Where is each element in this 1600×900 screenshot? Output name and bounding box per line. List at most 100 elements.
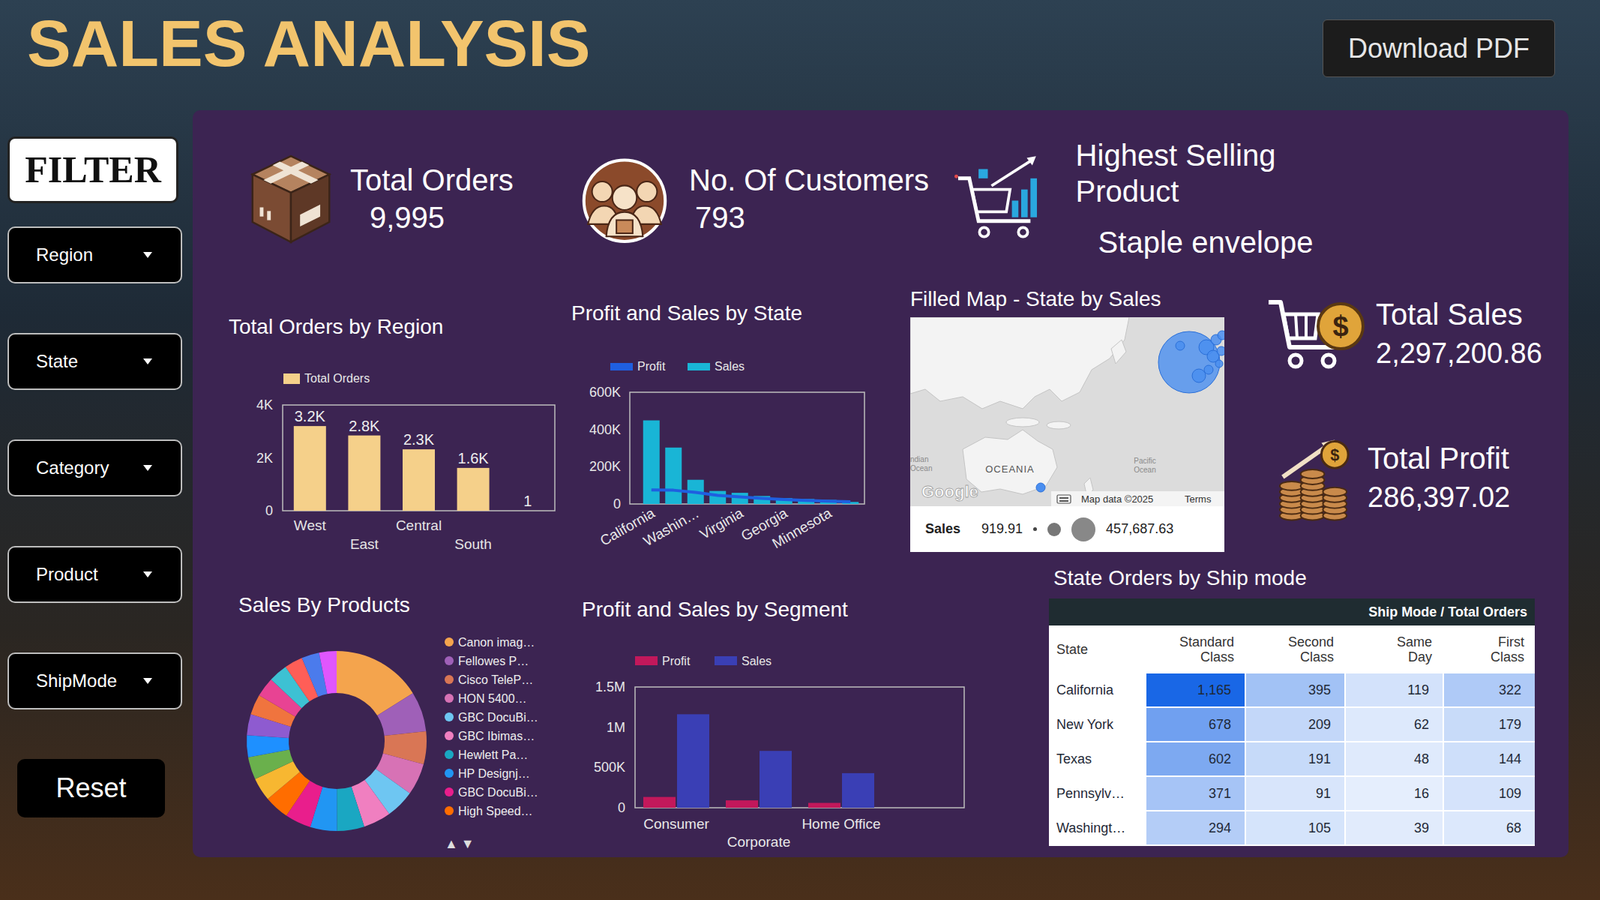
legend-swatch bbox=[635, 656, 658, 666]
profit-line bbox=[651, 489, 851, 502]
legend-label: Canon imag… bbox=[458, 635, 535, 649]
filter-dropdown[interactable]: Region bbox=[7, 226, 183, 284]
table-row: New York67820962179 bbox=[1048, 707, 1535, 741]
map-terms-link[interactable]: Terms bbox=[1184, 493, 1212, 505]
legend-dot-small bbox=[1033, 527, 1037, 531]
kpi-row: Total Orders9,995No. Of Customers793High… bbox=[192, 140, 1569, 258]
legend-dot bbox=[444, 712, 454, 722]
value-cell: 109 bbox=[1444, 776, 1535, 810]
axis-tick: 400K bbox=[589, 422, 621, 438]
map-legend: Sales919.91457,687.63 bbox=[910, 506, 1225, 552]
legend-label: Sales bbox=[714, 359, 745, 373]
chart-title: Filled Map - State by Sales bbox=[910, 285, 1225, 313]
caret-down-icon bbox=[143, 464, 153, 471]
legend-dot bbox=[444, 749, 454, 759]
legend-dot bbox=[444, 805, 454, 815]
grouped-bar-chart: ProfitSales1.5M1M500K0ConsumerCorporateH… bbox=[571, 623, 975, 852]
donut-segment bbox=[377, 692, 426, 736]
legend-label: Profit bbox=[662, 654, 691, 668]
profit-bar bbox=[643, 797, 676, 808]
value-cell: 48 bbox=[1345, 742, 1443, 776]
axis-tick: 1M bbox=[606, 719, 626, 735]
header: SALES ANALYSISDownload PDF bbox=[0, 0, 1600, 111]
legend-label: HON 5400… bbox=[458, 692, 528, 705]
column-header[interactable]: Standard Class bbox=[1146, 634, 1245, 665]
map-card: OCEANIAndianOceanPacificOceanGoogleMap d… bbox=[910, 317, 1225, 552]
profit-sales-by-state-chart: Profit and Sales by StateProfitSales600K… bbox=[571, 285, 870, 565]
filter-dropdown[interactable]: ShipMode bbox=[7, 652, 183, 710]
state-cell: Pennsylv… bbox=[1048, 776, 1145, 810]
category-label: Consumer bbox=[643, 815, 710, 832]
map-label: OCEANIA bbox=[985, 463, 1035, 475]
chart-title: Total Orders by Region bbox=[224, 313, 559, 341]
column-header[interactable]: Second Class bbox=[1246, 634, 1345, 665]
value-cell: 1,165 bbox=[1146, 673, 1245, 707]
column-header[interactable]: Same Day bbox=[1345, 634, 1443, 665]
axis-tick: 500K bbox=[593, 759, 626, 775]
profit-sales-by-segment-chart: Profit and Sales by SegmentProfitSales1.… bbox=[571, 564, 975, 857]
map-label: ndian bbox=[910, 455, 929, 464]
map-label: Pacific bbox=[1133, 456, 1156, 465]
kpi-label: Highest Selling Product bbox=[1075, 137, 1375, 210]
kpi-label: Total Sales bbox=[1375, 296, 1543, 333]
axis-tick: 4K bbox=[256, 397, 273, 413]
category-label: Central bbox=[395, 517, 442, 534]
category-label: Washin… bbox=[641, 504, 702, 549]
land-japan bbox=[1111, 339, 1127, 364]
bar-value: 2.8K bbox=[348, 417, 381, 435]
sales-bar bbox=[759, 750, 792, 808]
legend-swatch bbox=[687, 362, 711, 371]
map-bubble bbox=[1175, 341, 1185, 351]
filter-dropdown[interactable]: Category bbox=[7, 439, 183, 497]
bar-value: 2.3K bbox=[403, 431, 435, 448]
state-cell: New York bbox=[1048, 707, 1145, 741]
reset-button[interactable]: Reset bbox=[17, 758, 165, 818]
box-icon bbox=[245, 147, 337, 251]
map-label: Ocean bbox=[1133, 465, 1156, 474]
bar bbox=[511, 509, 544, 511]
bar-value: 1.6K bbox=[458, 449, 490, 467]
caret-down-icon bbox=[143, 251, 153, 258]
table-row: Washingt…2941053968 bbox=[1048, 811, 1535, 845]
kpi-value: 2,297,200.86 bbox=[1375, 335, 1543, 372]
category-label: East bbox=[350, 536, 380, 552]
value-cell: 602 bbox=[1146, 742, 1245, 776]
caret-down-icon bbox=[143, 677, 153, 684]
middle-row: Total Orders by RegionTotal Orders4K2K03… bbox=[192, 285, 1569, 565]
filter-dropdown[interactable]: Product bbox=[7, 545, 183, 603]
legend-dot bbox=[444, 787, 454, 797]
legend-label: Fellowes P… bbox=[458, 654, 529, 668]
land-asia bbox=[910, 317, 1130, 409]
sales-bar bbox=[677, 713, 710, 808]
sales-bar bbox=[841, 773, 875, 808]
value-cell: 209 bbox=[1246, 707, 1345, 741]
kpi-value: 286,397.02 bbox=[1367, 479, 1511, 516]
sales-chart-icon bbox=[954, 150, 1048, 247]
column-header[interactable]: State bbox=[1048, 641, 1145, 657]
map-bubble bbox=[1036, 482, 1046, 492]
category-label: West bbox=[293, 517, 327, 534]
kpi-card: No. Of Customers793 bbox=[573, 152, 955, 245]
value-cell: 371 bbox=[1146, 776, 1245, 810]
legend-swatch bbox=[283, 373, 300, 384]
value-cell: 119 bbox=[1345, 673, 1443, 707]
value-cell: 91 bbox=[1246, 776, 1345, 810]
legend-label: GBC DocuBi… bbox=[458, 785, 539, 799]
filter-sidebar: FILTER Region State Category Product ShipMode… bbox=[7, 110, 184, 857]
value-cell: 16 bbox=[1345, 776, 1443, 810]
legend-dot bbox=[444, 768, 454, 778]
category-label: Minnesota bbox=[769, 504, 835, 552]
bar-chart: Total Orders4K2K03.2KWest2.8KEast2.3KCen… bbox=[224, 340, 559, 558]
legend-dot bbox=[444, 731, 454, 741]
category-label: South bbox=[454, 536, 492, 552]
legend-label: Profit bbox=[637, 359, 666, 373]
axis-tick: 0 bbox=[617, 800, 626, 815]
legend-pager[interactable]: ▲▼ bbox=[444, 835, 478, 851]
profit-bar bbox=[808, 802, 841, 808]
column-header[interactable]: First Class bbox=[1444, 634, 1535, 665]
filter-title: FILTER bbox=[7, 136, 179, 204]
legend-label: HP Designj… bbox=[458, 767, 531, 780]
download-pdf-button[interactable]: Download PDF bbox=[1322, 19, 1556, 78]
filter-dropdown[interactable]: State bbox=[7, 332, 183, 390]
value-cell: 294 bbox=[1146, 811, 1245, 845]
